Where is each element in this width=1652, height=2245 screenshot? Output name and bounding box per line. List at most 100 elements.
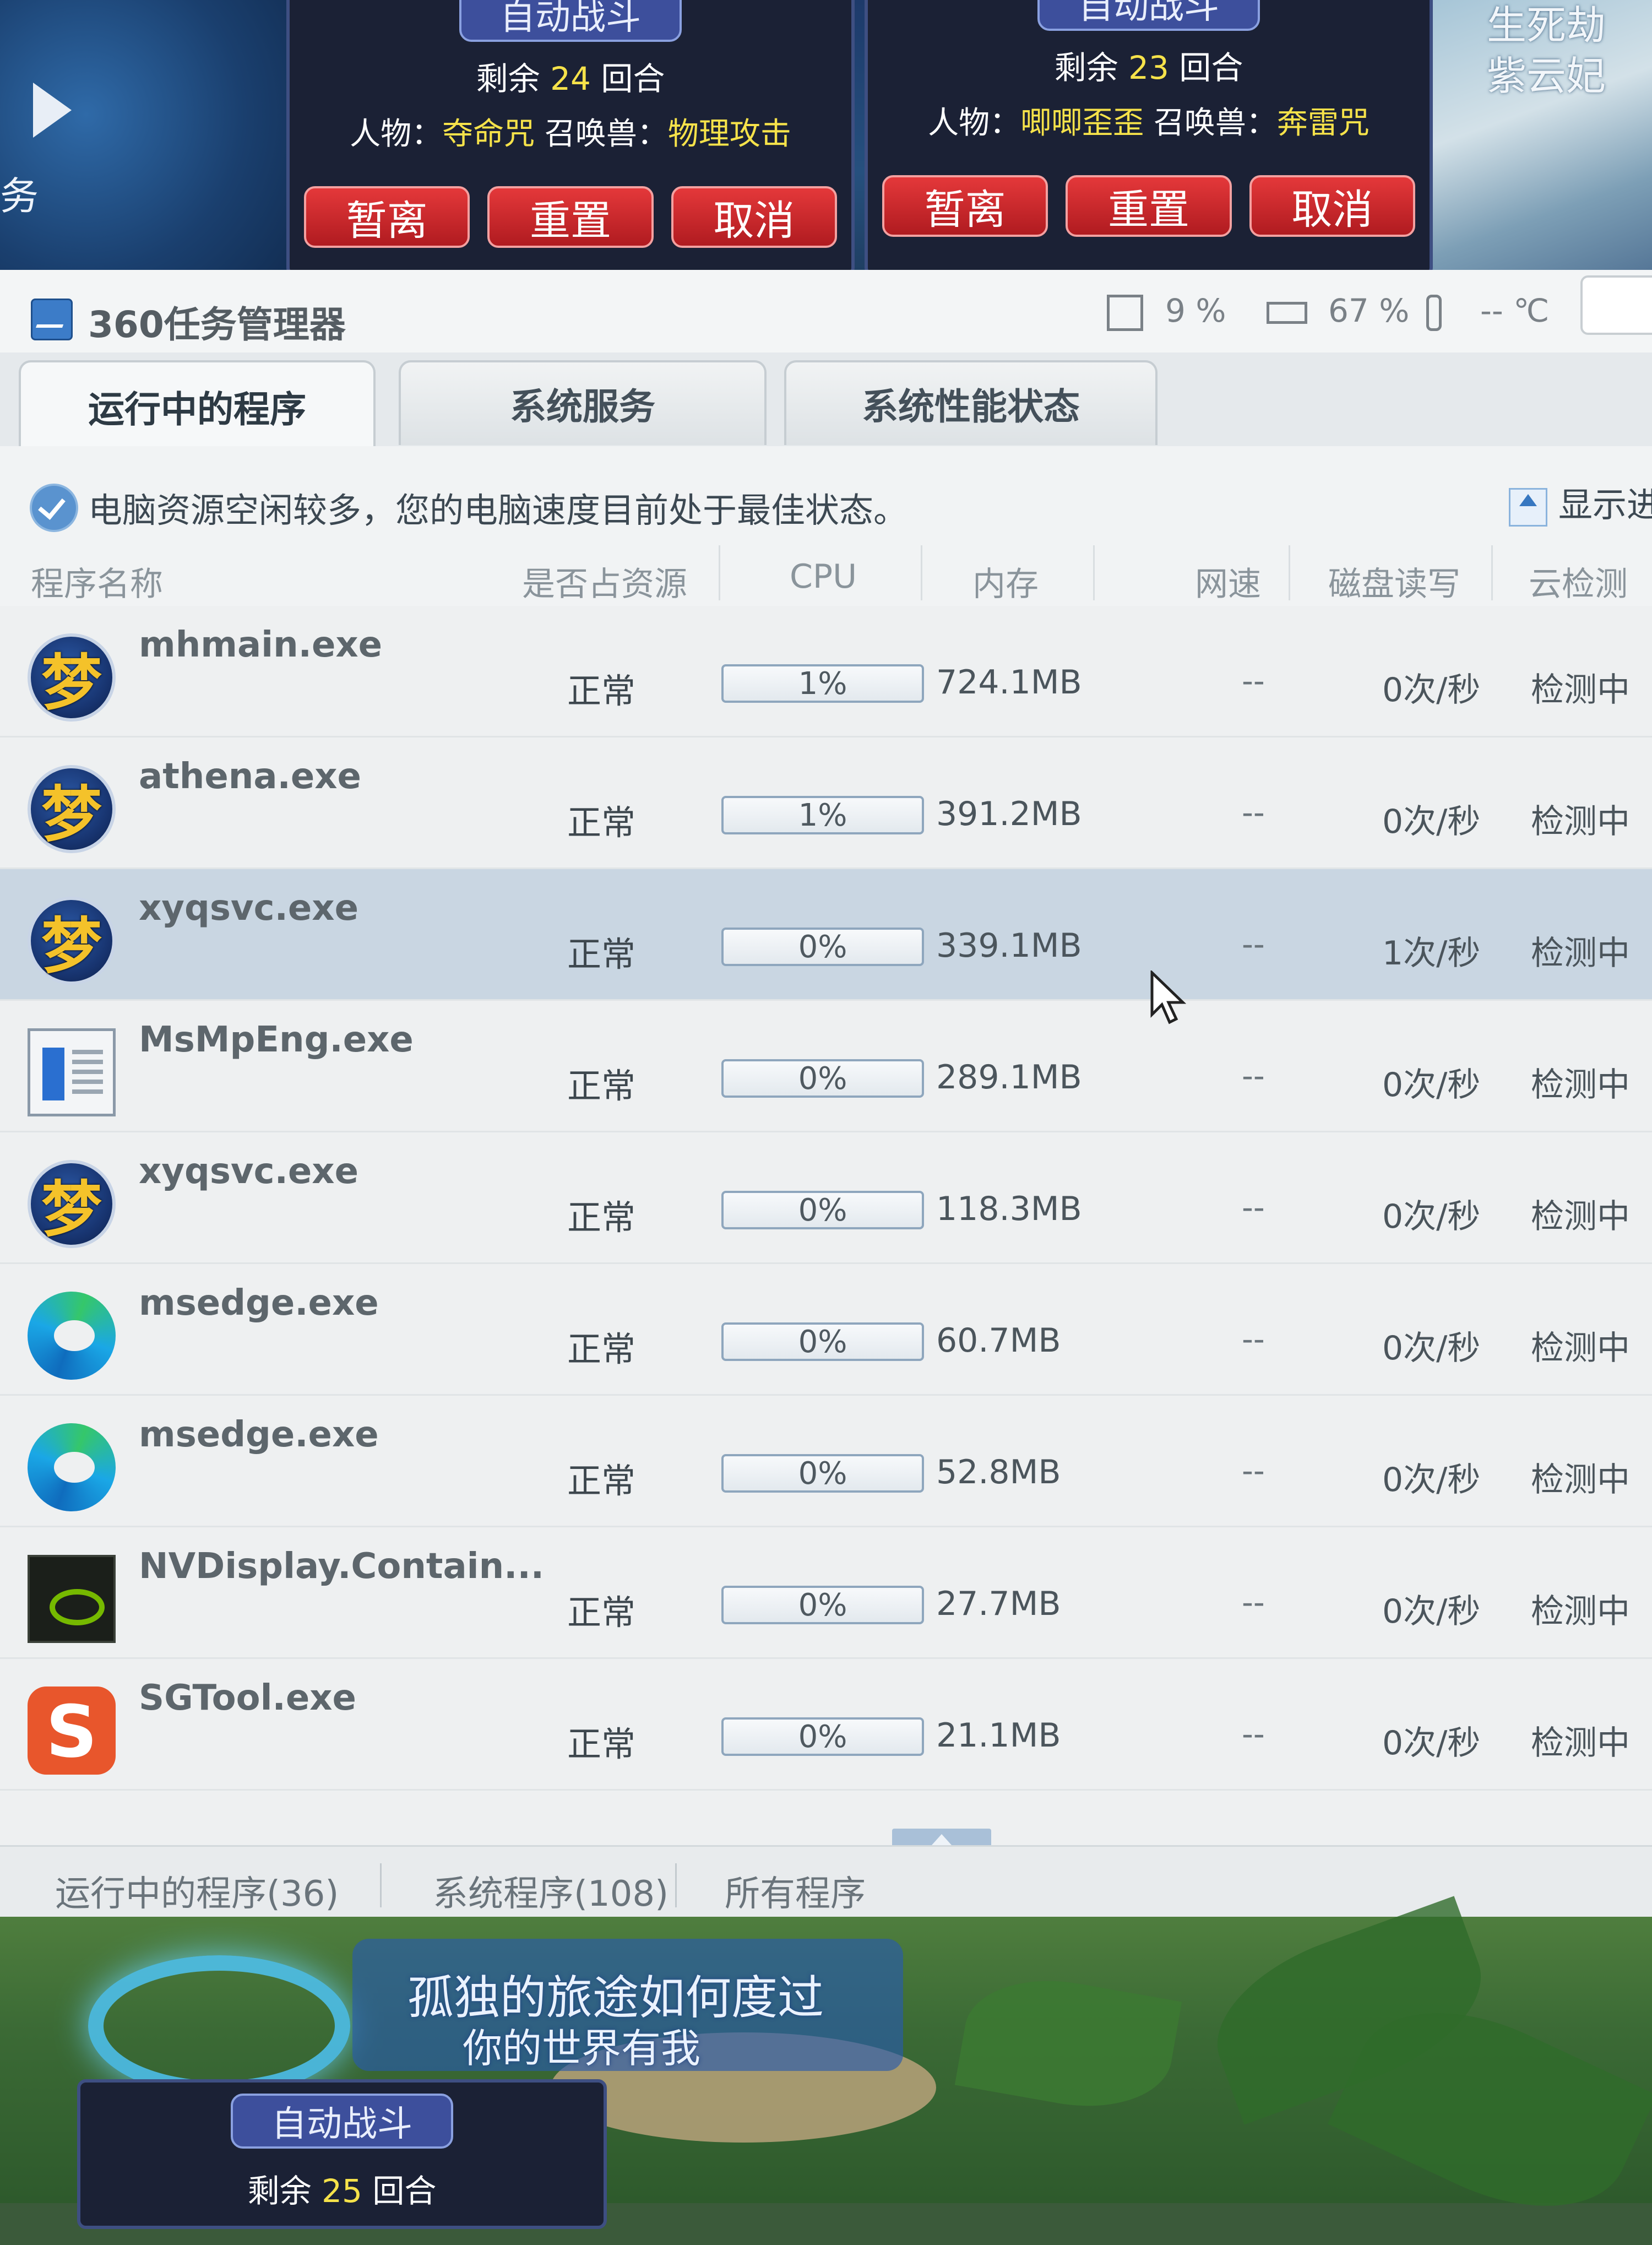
temperature-indicator: -- ℃	[1426, 292, 1549, 331]
process-row[interactable]: 梦 athena.exe 正常 1% 391.2MB -- 0次/秒 检测中	[0, 738, 1652, 869]
process-row[interactable]: msedge.exe 正常 0% 52.8MB -- 0次/秒 检测中	[0, 1396, 1652, 1527]
process-row[interactable]: MsMpEng.exe 正常 0% 289.1MB -- 0次/秒 检测中	[0, 1001, 1652, 1132]
reset-button[interactable]: 重置	[487, 186, 654, 248]
resource-status: 正常	[567, 1197, 636, 1238]
battle-buttons: 暂离 重置 取消	[882, 175, 1415, 237]
disk-value: 0次/秒	[1382, 1724, 1481, 1763]
filter-all-programs[interactable]: 所有程序	[725, 1866, 866, 1916]
thermometer-icon	[1426, 294, 1442, 331]
resource-status: 正常	[567, 802, 636, 843]
reset-button[interactable]: 重置	[1066, 175, 1232, 237]
process-row-selected[interactable]: 梦 xyqsvc.exe 正常 0% 339.1MB -- 1次/秒 检测中	[0, 869, 1652, 1001]
cancel-button[interactable]: 取消	[671, 186, 837, 248]
column-header-name[interactable]: 程序名称	[31, 557, 163, 605]
pause-button[interactable]: 暂离	[304, 186, 470, 248]
process-row[interactable]: 梦 mhmain.exe 正常 1% 724.1MB -- 0次/秒 检测中	[0, 606, 1652, 738]
cpu-usage-bar: 1%	[721, 664, 924, 703]
cloud-check-status: 检测中	[1531, 934, 1630, 973]
show-more-toggle[interactable]: 显示进	[1509, 477, 1652, 527]
game-icon: 梦	[28, 633, 116, 722]
process-row[interactable]: msedge.exe 正常 0% 60.7MB -- 0次/秒 检测中	[0, 1264, 1652, 1396]
cloud-check-status: 检测中	[1531, 671, 1630, 709]
banner-line-2: 你的世界有我	[463, 2025, 701, 2072]
process-name: mhmain.exe	[139, 625, 383, 665]
cpu-usage-bar: 0%	[721, 1586, 924, 1624]
tab-running-programs[interactable]: 运行中的程序	[19, 360, 376, 451]
cpu-chip-icon	[1107, 294, 1143, 331]
process-row[interactable]: SGTool.exe 正常 0% 21.1MB -- 0次/秒 检测中	[0, 1659, 1652, 1791]
process-name: xyqsvc.exe	[139, 1151, 358, 1192]
status-message: 电脑资源空闲较多，您的电脑速度目前处于最佳状态。	[88, 490, 908, 530]
tab-system-services[interactable]: 系统服务	[399, 360, 767, 445]
disk-value: 0次/秒	[1382, 1592, 1481, 1631]
cloud-check-status: 检测中	[1531, 1724, 1630, 1763]
cloud-check-status: 检测中	[1531, 1592, 1630, 1631]
network-value: --	[1242, 1320, 1265, 1358]
pet-skill: 物理攻击	[667, 116, 791, 152]
resource-status: 正常	[567, 1461, 636, 1501]
column-header-network[interactable]: 网速	[1195, 557, 1261, 605]
tab-performance-status[interactable]: 系统性能状态	[784, 360, 1158, 445]
auto-battle-title: 自动战斗	[1037, 0, 1260, 31]
auto-battle-panel-3: 自动战斗 剩余 25 回合	[77, 2079, 607, 2229]
corner-caption: 生死劫 紫云妃	[1487, 0, 1606, 101]
column-header-disk[interactable]: 磁盘读写	[1328, 557, 1460, 605]
memory-value: 724.1MB	[936, 663, 1082, 702]
character-skill: 唧唧歪歪	[1020, 105, 1144, 141]
filter-running-programs[interactable]: 运行中的程序(36)	[55, 1866, 339, 1916]
rounds-count: 25	[322, 2172, 362, 2210]
cancel-button[interactable]: 取消	[1249, 175, 1415, 237]
resource-status: 正常	[567, 1592, 636, 1633]
network-value: --	[1242, 1584, 1265, 1621]
process-name: msedge.exe	[139, 1283, 379, 1324]
cpu-usage-bar: 1%	[721, 796, 924, 834]
resource-status: 正常	[567, 1066, 636, 1106]
memory-stick-icon	[1267, 301, 1307, 324]
cloud-check-status: 检测中	[1531, 1329, 1630, 1368]
table-header: 程序名称 是否占资源 CPU 内存 网速 磁盘读写 云检测	[0, 534, 1652, 608]
disk-value: 0次/秒	[1382, 671, 1481, 709]
cpu-usage-bar: 0%	[721, 1191, 924, 1229]
cpu-usage-bar: 0%	[721, 1059, 924, 1098]
column-header-cpu[interactable]: CPU	[790, 557, 857, 596]
network-value: --	[1242, 1189, 1265, 1226]
column-header-memory[interactable]: 内存	[972, 557, 1039, 605]
memory-value: 60.7MB	[936, 1321, 1061, 1360]
main-tabs: 运行中的程序 系统服务 系统性能状态	[0, 353, 1652, 451]
cpu-usage-indicator: 9 %	[1107, 292, 1226, 331]
side-task-label: 务	[0, 173, 39, 219]
game-scene-left	[0, 0, 286, 286]
column-header-cloud[interactable]: 云检测	[1529, 557, 1628, 605]
process-row[interactable]: NVDisplay.Contain... 正常 0% 27.7MB -- 0次/…	[0, 1527, 1652, 1659]
title-search-box[interactable]	[1580, 275, 1652, 335]
memory-value: 339.1MB	[936, 926, 1082, 965]
cpu-usage-bar: 0%	[721, 928, 924, 966]
system-status-bar: 电脑资源空闲较多，您的电脑速度目前处于最佳状态。 显示进	[0, 446, 1652, 536]
process-row[interactable]: 梦 xyqsvc.exe 正常 0% 118.3MB -- 0次/秒 检测中	[0, 1132, 1652, 1264]
title-bar: 360任务管理器 9 % 67 % -- ℃	[0, 270, 1652, 353]
edge-browser-icon	[28, 1423, 116, 1511]
play-arrow-icon[interactable]	[33, 83, 72, 138]
process-name: athena.exe	[139, 756, 361, 797]
process-name: xyqsvc.exe	[139, 888, 358, 929]
network-value: --	[1242, 925, 1265, 963]
cpu-usage-bar: 0%	[721, 1454, 924, 1493]
process-name: NVDisplay.Contain...	[139, 1546, 545, 1587]
disk-value: 0次/秒	[1382, 802, 1481, 841]
program-filter-bar: 运行中的程序(36) 系统程序(108) 所有程序	[0, 1845, 1652, 1921]
disk-value: 0次/秒	[1382, 1197, 1481, 1236]
filter-system-programs[interactable]: 系统程序(108)	[433, 1866, 669, 1916]
resource-status: 正常	[567, 671, 636, 711]
column-header-resource[interactable]: 是否占资源	[522, 557, 687, 605]
memory-usage-indicator: 67 %	[1267, 292, 1409, 329]
memory-value: 21.1MB	[936, 1716, 1061, 1755]
rounds-remaining: 剩余 24 回合	[476, 60, 665, 97]
disk-value: 0次/秒	[1382, 1461, 1481, 1499]
auto-battle-panel-2: 自动战斗 剩余 23 回合 人物：唧唧歪歪 召唤兽：奔雷咒 暂离 重置 取消	[865, 0, 1433, 276]
task-manager-window: 360任务管理器 9 % 67 % -- ℃ 运行中的程序 系统服务 系统性能状…	[0, 270, 1652, 1921]
memory-value: 27.7MB	[936, 1585, 1061, 1623]
pause-button[interactable]: 暂离	[882, 175, 1048, 237]
memory-value: 289.1MB	[936, 1058, 1082, 1097]
network-value: --	[1242, 794, 1265, 831]
battle-action-info: 人物：唧唧歪歪 召唤兽：奔雷咒	[928, 105, 1370, 141]
